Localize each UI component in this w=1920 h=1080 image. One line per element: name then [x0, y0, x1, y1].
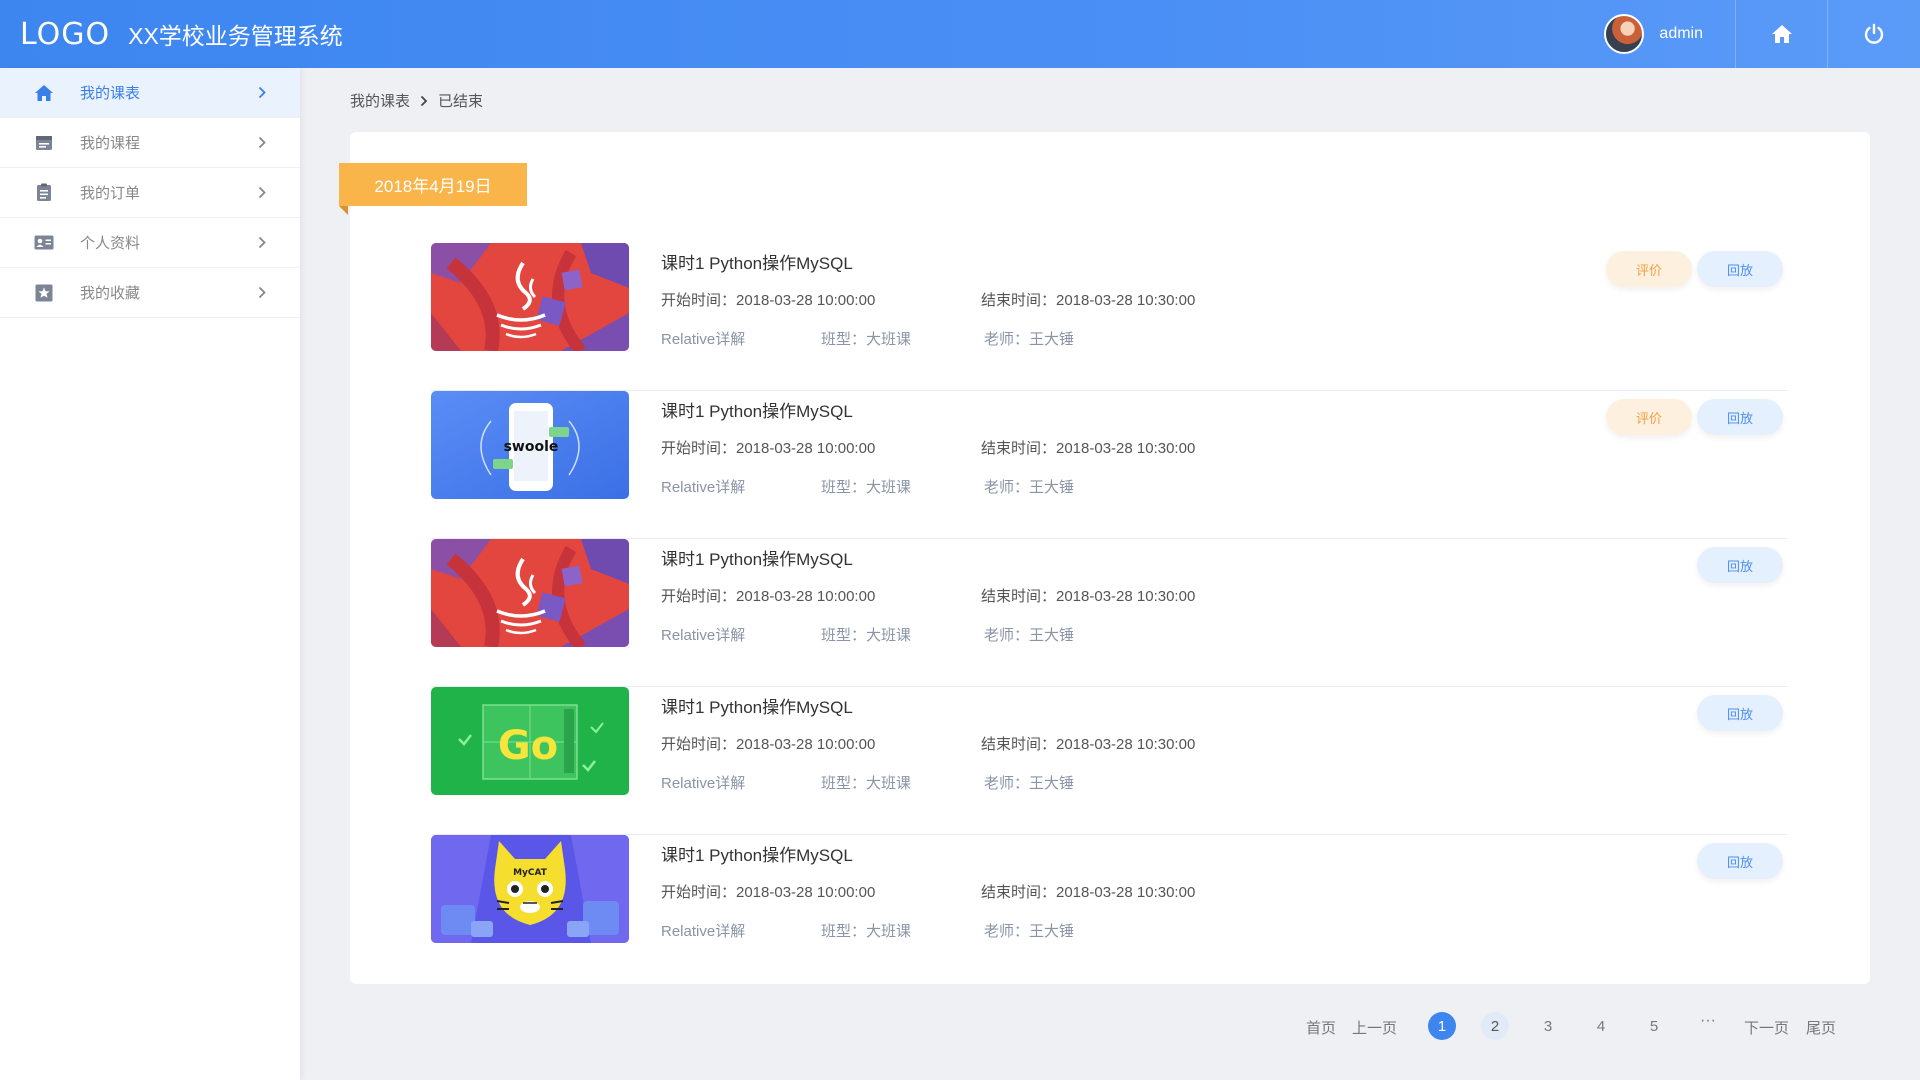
course-teacher: 老师：王大锤: [984, 479, 1075, 496]
course-teacher: 老师：王大锤: [984, 331, 1075, 348]
sidebar-item-label: 我的课程: [80, 135, 141, 152]
breadcrumb: 我的课表 已结束: [350, 90, 483, 111]
user-menu[interactable]: admin: [1604, 0, 1736, 68]
course-end-time: 结束时间：2018-03-28 10:30:00: [981, 292, 1196, 309]
chevron-right-icon: [258, 236, 266, 249]
swoole-thumbnail[interactable]: swoole: [431, 391, 629, 499]
course-title[interactable]: 课时1 Python操作MySQL: [661, 841, 853, 866]
course-item: 课时1 Python操作MySQL 开始时间：2018-03-28 10:00:…: [431, 539, 1787, 687]
pagination-page[interactable]: 5: [1640, 1012, 1668, 1040]
sidebar-item-my-courses[interactable]: 我的课程: [0, 118, 300, 168]
clipboard-icon: [34, 183, 54, 203]
home-icon: [34, 83, 54, 103]
replay-button[interactable]: 回放: [1697, 251, 1783, 287]
pagination-ellipsis: ···: [1700, 1012, 1716, 1029]
course-item: 课时1 Python操作MySQL 开始时间：2018-03-28 10:00:…: [431, 243, 1787, 391]
calendar-icon: [34, 133, 54, 153]
top-header: LOGO XX学校业务管理系统 admin: [0, 0, 1920, 68]
rate-button[interactable]: 评价: [1606, 251, 1692, 287]
course-class-type: 班型：大班课: [821, 923, 912, 940]
course-end-time: 结束时间：2018-03-28 10:30:00: [981, 588, 1196, 605]
course-class-type: 班型：大班课: [821, 775, 912, 792]
course-class-type: 班型：大班课: [821, 627, 912, 644]
pagination-last[interactable]: 尾页: [1806, 1012, 1836, 1042]
thumbnail-text: Go: [498, 723, 558, 769]
course-title[interactable]: 课时1 Python操作MySQL: [661, 693, 853, 718]
course-detail: Relative详解: [661, 331, 746, 348]
pagination-prev[interactable]: 上一页: [1352, 1012, 1397, 1042]
sidebar-item-profile[interactable]: 个人资料: [0, 218, 300, 268]
user-name[interactable]: admin: [1659, 25, 1703, 43]
home-button[interactable]: [1736, 0, 1828, 68]
pagination-page[interactable]: 4: [1587, 1012, 1615, 1040]
course-item: swoole 课时1 Python操作MySQL 开始时间：2018-03-28…: [431, 391, 1787, 539]
avatar[interactable]: [1604, 14, 1645, 54]
sidebar-item-label: 我的收藏: [80, 285, 141, 302]
course-detail: Relative详解: [661, 923, 746, 940]
chevron-right-icon: [258, 186, 266, 199]
chevron-right-icon: [258, 86, 266, 99]
thumbnail-text: swoole: [504, 439, 559, 455]
breadcrumb-current: 已结束: [438, 93, 484, 110]
course-item: Go 课时1 Python操作MySQL 开始时间：2018-03-28 10:…: [431, 687, 1787, 835]
java-thumbnail[interactable]: [431, 539, 629, 647]
logout-button[interactable]: [1828, 0, 1920, 68]
replay-button[interactable]: 回放: [1697, 547, 1783, 583]
course-start-time: 开始时间：2018-03-28 10:00:00: [661, 884, 876, 901]
course-title[interactable]: 课时1 Python操作MySQL: [661, 397, 853, 422]
course-detail: Relative详解: [661, 479, 746, 496]
pagination-next[interactable]: 下一页: [1744, 1012, 1789, 1042]
replay-button[interactable]: 回放: [1697, 695, 1783, 731]
course-title[interactable]: 课时1 Python操作MySQL: [661, 249, 853, 274]
course-teacher: 老师：王大锤: [984, 923, 1075, 940]
course-class-type: 班型：大班课: [821, 479, 912, 496]
thumbnail-text: MyCAT: [513, 868, 548, 878]
course-detail: Relative详解: [661, 775, 746, 792]
header-actions: admin: [1604, 0, 1920, 68]
replay-button[interactable]: 回放: [1697, 843, 1783, 879]
course-detail: Relative详解: [661, 627, 746, 644]
course-class-type: 班型：大班课: [821, 331, 912, 348]
pagination-page[interactable]: 2: [1481, 1012, 1509, 1040]
course-end-time: 结束时间：2018-03-28 10:30:00: [981, 736, 1196, 753]
sidebar-item-label: 个人资料: [80, 235, 141, 252]
sidebar-item-my-orders[interactable]: 我的订单: [0, 168, 300, 218]
sidebar-item-favorites[interactable]: 我的收藏: [0, 268, 300, 318]
course-teacher: 老师：王大锤: [984, 627, 1075, 644]
course-item: MyCAT 课时1 Python操作MySQL 开始时间：2018-03-28 …: [431, 835, 1787, 983]
logo[interactable]: LOGO: [20, 17, 110, 52]
pagination-page[interactable]: 1: [1428, 1012, 1456, 1040]
chevron-right-icon: [420, 95, 428, 107]
chevron-right-icon: [258, 286, 266, 299]
course-start-time: 开始时间：2018-03-28 10:00:00: [661, 440, 876, 457]
course-start-time: 开始时间：2018-03-28 10:00:00: [661, 736, 876, 753]
java-thumbnail[interactable]: [431, 243, 629, 351]
course-start-time: 开始时间：2018-03-28 10:00:00: [661, 292, 876, 309]
sidebar: 我的课表 我的课程 我的订单 个人资料 我的收藏: [0, 68, 300, 1080]
sidebar-item-my-schedule[interactable]: 我的课表: [0, 68, 300, 118]
date-tag: 2018年4月19日: [339, 163, 527, 215]
star-box-icon: [34, 283, 54, 303]
course-end-time: 结束时间：2018-03-28 10:30:00: [981, 884, 1196, 901]
power-icon: [1864, 23, 1884, 44]
course-teacher: 老师：王大锤: [984, 775, 1075, 792]
id-card-icon: [34, 233, 54, 253]
chevron-right-icon: [258, 136, 266, 149]
breadcrumb-root[interactable]: 我的课表: [350, 90, 410, 111]
replay-button[interactable]: 回放: [1697, 399, 1783, 435]
sidebar-item-label: 我的订单: [80, 185, 141, 202]
rate-button[interactable]: 评价: [1606, 399, 1692, 435]
app-title: XX学校业务管理系统: [128, 23, 343, 49]
sidebar-item-label: 我的课表: [80, 85, 141, 102]
pagination-page[interactable]: 3: [1534, 1012, 1562, 1040]
course-start-time: 开始时间：2018-03-28 10:00:00: [661, 588, 876, 605]
course-title[interactable]: 课时1 Python操作MySQL: [661, 545, 853, 570]
home-icon: [1771, 25, 1792, 43]
pagination-first[interactable]: 首页: [1306, 1012, 1336, 1042]
course-end-time: 结束时间：2018-03-28 10:30:00: [981, 440, 1196, 457]
mycat-thumbnail[interactable]: MyCAT: [431, 835, 629, 943]
go-thumbnail[interactable]: Go: [431, 687, 629, 795]
